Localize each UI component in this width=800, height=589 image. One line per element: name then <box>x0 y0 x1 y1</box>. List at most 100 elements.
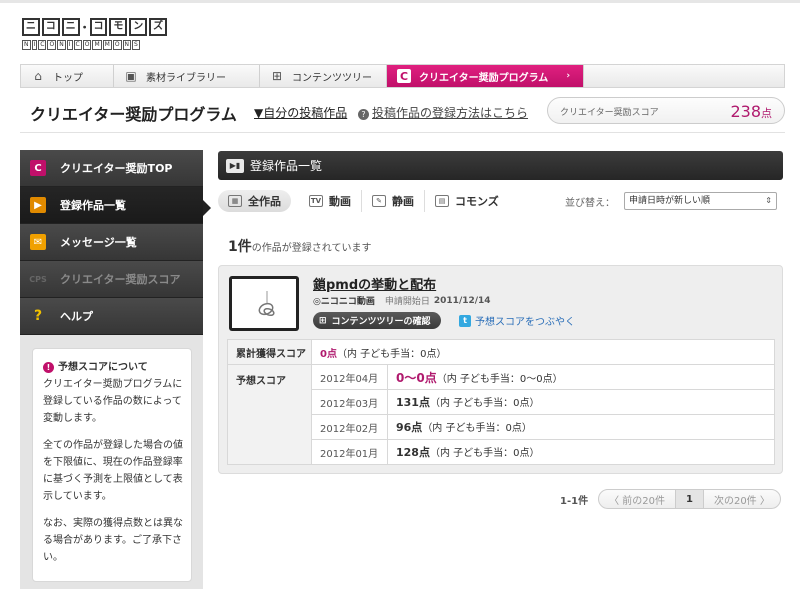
forecast-value: 128点 <box>396 446 430 459</box>
forecast-value: 131点 <box>396 396 430 409</box>
logo-char: ニ <box>22 18 40 36</box>
score-value: 238点 <box>730 102 772 121</box>
library-icon: ▣ <box>125 69 137 83</box>
tweet-label: 予想スコアをつぶやく <box>475 317 575 328</box>
sidebar-item-label: メッセージ一覧 <box>60 236 137 249</box>
alert-icon: ! <box>43 362 54 373</box>
sidebar-item-registered-works[interactable]: ▶ 登録作品一覧 <box>20 187 203 224</box>
sidebar-item-creator-top[interactable]: C クリエイター奨励TOP <box>20 150 203 187</box>
filter-bar: ▦ 全作品 TV 動画 ✎ 静画 ▤ コモンズ 並び替え： 申請日時が新しい順 ⇕ <box>218 188 783 214</box>
forecast-info-box: ! 予想スコアについて クリエイター奨励プログラムに登録している作品の数によって変… <box>32 348 192 582</box>
forecast-month: 2012年02月 <box>311 414 388 440</box>
filter-label: 動画 <box>329 195 351 208</box>
date-label: 申請開始日 <box>384 297 430 307</box>
service-label: ニコニコ動画 <box>320 297 375 307</box>
sidebar-item-creator-score: CPS クリエイター奨励スコア <box>20 261 203 298</box>
count-number: 1件 <box>228 239 252 255</box>
forecast-cell: 131点（内 子ども手当：0点） <box>387 389 775 415</box>
film-icon: ▶▮ <box>226 158 244 173</box>
info-paragraph: なお、実際の獲得点数とは異なる場合があります。ご了承下さい。 <box>43 518 183 563</box>
score-number: 238 <box>730 102 761 121</box>
help-icon: ? <box>33 308 43 324</box>
film-icon: ▶ <box>30 197 46 213</box>
sidebar-item-label: クリエイター奨励TOP <box>60 162 173 175</box>
logo-char: ニ <box>61 18 80 36</box>
tab-content-tree[interactable]: ⊞ コンテンツツリー <box>260 65 387 87</box>
tab-label: クリエイター奨励プログラム <box>419 72 549 84</box>
logo-char: コ <box>89 18 108 36</box>
chevron-right-icon: › <box>566 71 571 81</box>
content-tree-button[interactable]: ⊞ コンテンツツリーの確認 <box>313 312 441 329</box>
tree-icon: ⊞ <box>319 315 327 326</box>
sort-select[interactable]: 申請日時が新しい順 ⇕ <box>624 192 777 210</box>
info-paragraph: クリエイター奨励プログラムに登録している作品の数によって変動します。 <box>43 379 183 424</box>
forecast-note: （内 子ども手当：0〜0点） <box>436 373 563 385</box>
forecast-cell: 96点（内 子ども手当：0点） <box>387 414 775 440</box>
score-label: クリエイター奨励スコア <box>560 108 659 118</box>
prev-page-button[interactable]: 〈 前の20件 <box>598 489 676 509</box>
logo-sub-char: M <box>92 40 102 50</box>
logo-char: ズ <box>149 18 168 36</box>
cps-icon: CPS <box>29 274 47 284</box>
forecast-value: 96点 <box>396 421 423 434</box>
earned-value: 0点 <box>320 348 337 360</box>
service-tag: ◎ニコニコ動画 <box>313 297 375 307</box>
table-row: 累計獲得スコア 0点（内 子ども手当：0点） <box>227 339 775 365</box>
tab-creator-program[interactable]: C クリエイター奨励プログラム › <box>387 65 584 87</box>
logo-subtext: N I C O N I C O M M O N S <box>22 40 167 50</box>
work-meta: ◎ニコニコ動画 申請開始日 2011/12/14 <box>313 294 491 308</box>
tab-top[interactable]: ⌂ トップ <box>21 65 114 87</box>
tab-label: トップ <box>53 72 83 84</box>
image-icon: ✎ <box>372 195 386 207</box>
filter-label: 静画 <box>392 195 414 208</box>
logo-char: ン <box>129 18 148 36</box>
logo-sub-char: M <box>102 40 112 50</box>
tree-icon: ⊞ <box>271 69 283 83</box>
top-border <box>0 0 800 3</box>
registered-count: 1件の作品が登録されています <box>228 236 371 256</box>
sidebar-item-help[interactable]: ? ヘルプ <box>20 298 203 335</box>
logo-sub-char: N <box>122 40 132 50</box>
work-thumbnail[interactable] <box>229 276 299 331</box>
logo-sub-char: N <box>57 40 66 50</box>
current-page[interactable]: 1 <box>675 489 703 509</box>
c-logo-icon: C <box>30 160 46 176</box>
howto-label: 投稿作品の登録方法はこちら <box>372 106 529 120</box>
tab-library[interactable]: ▣ 素材ライブラリー <box>114 65 260 87</box>
section-title: 登録作品一覧 <box>250 159 323 173</box>
niconi-commons-logo[interactable]: ニ コ ニ ・ コ モ ン ズ N I C O N I C O M M O N … <box>22 18 168 52</box>
active-indicator-arrow <box>203 200 211 216</box>
earned-note: （内 子ども手当：0点） <box>336 348 447 360</box>
tab-label: 素材ライブラリー <box>146 72 226 84</box>
filter-all[interactable]: ▦ 全作品 <box>218 190 291 212</box>
chain-thumbnail-icon <box>258 291 275 317</box>
page-range: 1-1件 <box>560 495 589 507</box>
forecast-cell: 0〜0点（内 子ども手当：0〜0点） <box>387 364 775 390</box>
forecast-month: 2012年04月 <box>311 364 388 390</box>
pagination: 1-1件 〈 前の20件 1 次の20件 〉 <box>560 489 781 509</box>
info-title-text: 予想スコアについて <box>58 362 148 373</box>
work-card: 鎖pmdの挙動と配布 ◎ニコニコ動画 申請開始日 2011/12/14 ⊞ コンテ… <box>218 265 783 474</box>
next-page-button[interactable]: 次の20件 〉 <box>702 489 781 509</box>
creator-score-box[interactable]: クリエイター奨励スコア 238点 <box>547 97 785 124</box>
sort-label: 並び替え： <box>565 198 615 209</box>
filter-commons[interactable]: ▤ コモンズ <box>425 190 509 212</box>
logo-char: モ <box>109 18 128 36</box>
question-icon: ? <box>358 109 369 120</box>
tweet-score-link[interactable]: t 予想スコアをつぶやく <box>459 313 575 328</box>
filter-video[interactable]: TV 動画 <box>299 190 362 212</box>
logo-sub-char: N <box>22 40 31 50</box>
section-heading: ▶▮ 登録作品一覧 <box>218 151 783 180</box>
logo-mark: ニ コ ニ ・ コ モ ン ズ <box>22 18 168 38</box>
work-title-link[interactable]: 鎖pmdの挙動と配布 <box>313 274 436 293</box>
howto-link[interactable]: ? 投稿作品の登録方法はこちら <box>358 104 528 121</box>
filter-label: 全作品 <box>248 195 281 208</box>
score-unit: 点 <box>761 107 772 120</box>
my-posts-link[interactable]: ▼自分の投稿作品 <box>254 104 347 121</box>
forecast-value: 0〜0点 <box>396 370 437 385</box>
page-header: クリエイター奨励プログラム ▼自分の投稿作品 ? 投稿作品の登録方法はこちら クリ… <box>20 88 785 133</box>
filter-image[interactable]: ✎ 静画 <box>362 190 425 212</box>
sidebar: C クリエイター奨励TOP ▶ 登録作品一覧 ✉ メッセージ一覧 CPS クリエ… <box>20 150 211 589</box>
sidebar-item-messages[interactable]: ✉ メッセージ一覧 <box>20 224 203 261</box>
application-date: 2011/12/14 <box>433 295 491 306</box>
